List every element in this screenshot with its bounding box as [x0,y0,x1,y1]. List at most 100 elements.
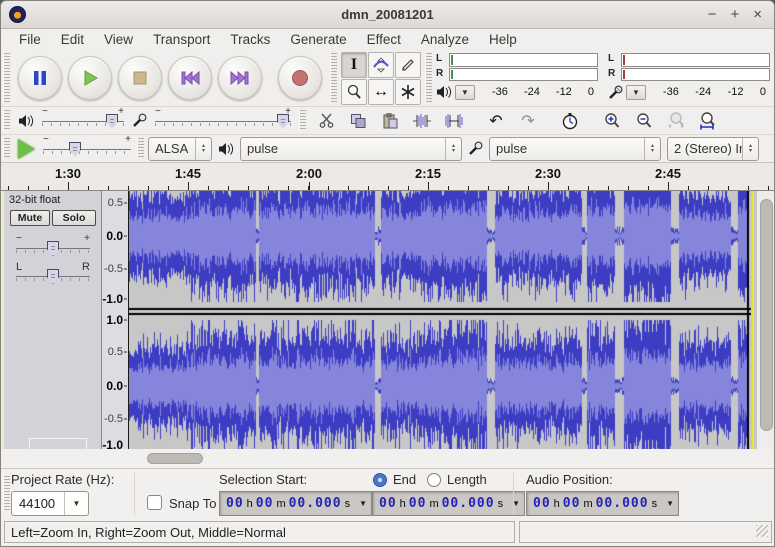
input-volume-slider[interactable]: −+ [155,112,291,130]
track-pan-slider-thumb[interactable] [47,269,59,284]
vertical-ruler[interactable]: 0.5 0.0 -0.5 -1.0 1.0 0.5 0.0 -0.5 -1.0 [102,191,129,449]
playback-speed-slider[interactable]: −+ [43,140,131,158]
mute-button[interactable]: Mute [10,210,50,226]
paste-button[interactable] [376,109,404,133]
selection-toolbar-grip[interactable] [3,476,10,511]
audio-position-field[interactable]: 00h 00m 00.000s ▼ [526,491,679,516]
track-pan-slider[interactable]: L R [16,267,90,285]
menu-analyze[interactable]: Analyze [411,30,479,49]
input-volume-slider-thumb[interactable] [277,114,289,129]
transport-toolbar-grip[interactable] [3,53,10,103]
audio-host-select[interactable]: ALSA ▴▾ [148,137,212,161]
output-device-select[interactable]: pulse ▴▾ [240,137,462,161]
length-radio[interactable] [427,473,441,487]
copy-button[interactable] [344,109,372,133]
project-rate-select[interactable]: 44100 ▼ [11,491,89,516]
draw-tool-button[interactable] [395,52,421,78]
menu-view[interactable]: View [94,30,143,49]
redo-button[interactable]: ↷ [514,109,542,133]
end-radio[interactable] [373,473,387,487]
title-bar[interactable]: dmn_20081201 − + × [1,1,774,29]
undo-button[interactable]: ↶ [482,109,510,133]
menu-help[interactable]: Help [479,30,527,49]
menu-effect[interactable]: Effect [357,30,411,49]
transcription-toolbar-grip[interactable] [3,138,10,159]
play-button[interactable] [68,56,112,100]
dropdown-arrow-icon[interactable]: ▼ [64,492,88,515]
track-gain-slider[interactable]: − + [16,239,90,257]
recording-meter-right-bar[interactable] [621,68,770,82]
input-device-select[interactable]: pulse ▴▾ [489,137,661,161]
multi-tool-button[interactable] [395,79,421,105]
minimize-button[interactable]: − [708,7,717,22]
playback-meter-dropdown[interactable]: ▼ [455,85,475,100]
output-volume-slider-thumb[interactable] [106,114,118,129]
playback-speed-slider-thumb[interactable] [69,142,81,157]
recording-meter[interactable]: L R ▼ -36 -24 -12 0 [608,53,770,103]
stereo-waveform[interactable] [129,191,751,449]
output-volume-slider[interactable]: −+ [42,112,124,130]
resize-grip[interactable] [756,525,768,537]
vertical-scrollbar[interactable] [756,191,775,449]
playback-meter-left-bar[interactable] [449,53,598,67]
play-at-speed-button[interactable] [18,139,35,159]
project-rate-label: Project Rate (Hz): [11,472,114,487]
maximize-button[interactable]: + [730,7,739,22]
timeline-ruler[interactable]: 1:30 1:45 2:00 2:15 2:30 2:45 [1,162,774,191]
mixer-toolbar-grip[interactable] [3,110,10,131]
horizontal-scrollbar-thumb[interactable] [147,453,203,464]
selection-start-field[interactable]: 00h 00m 00.000s ▼ [219,491,372,516]
recording-meter-left-bar[interactable] [621,53,770,67]
tools-toolbar-grip[interactable] [330,53,337,103]
menu-generate[interactable]: Generate [280,30,356,49]
playback-meter[interactable]: L R ▼ -36 -24 -12 0 [436,53,598,103]
recording-meter-dropdown[interactable]: ▼ [626,85,646,100]
playback-meter-right-bar[interactable] [449,68,598,82]
meter-toolbar-grip[interactable] [425,53,432,103]
track-gain-slider-thumb[interactable] [47,241,59,256]
fit-selection-button[interactable] [662,109,690,133]
menu-transport[interactable]: Transport [143,30,220,49]
menu-file[interactable]: File [9,30,51,49]
timeline-label: 2:45 [648,166,688,181]
silence-audio-button[interactable] [440,109,468,133]
sync-lock-button[interactable] [556,109,584,133]
spinner-icon[interactable]: ▴▾ [644,138,660,160]
zoom-out-button[interactable] [630,109,658,133]
selection-start-label: Selection Start: [219,472,307,487]
ruler-label: 0.0 [106,229,123,243]
record-button[interactable] [278,56,322,100]
stop-button[interactable] [118,56,162,100]
snap-to-checkbox[interactable] [147,495,162,510]
pause-button[interactable] [18,56,62,100]
input-channels-select[interactable]: 2 (Stereo) In ▴▾ [667,137,759,161]
zoom-tool-button[interactable] [341,79,367,105]
cut-button[interactable] [312,109,340,133]
vertical-scrollbar-thumb[interactable] [760,199,773,431]
track-control-panel[interactable]: 32-bit float Mute Solo − + L R [4,191,102,449]
skip-to-start-button[interactable] [168,56,212,100]
edit-toolbar-grip[interactable] [299,110,306,131]
zoom-in-button[interactable] [598,109,626,133]
spinner-icon[interactable]: ▴▾ [742,138,758,160]
mixer-toolbar: −+ −+ [12,107,297,134]
fit-project-button[interactable] [694,109,722,133]
skip-to-end-button[interactable] [218,56,262,100]
selection-tool-button[interactable]: I [341,52,367,78]
device-toolbar-grip[interactable] [137,138,144,159]
spinner-icon[interactable]: ▴▾ [195,138,211,160]
trim-audio-button[interactable] [408,109,436,133]
close-button[interactable]: × [753,7,762,22]
envelope-tool-button[interactable] [368,52,394,78]
selection-end-field[interactable]: 00h 00m 00.000s ▼ [372,491,525,516]
time-shift-tool-button[interactable]: ↔ [368,79,394,105]
dropdown-arrow-icon[interactable]: ▼ [359,499,367,508]
menu-edit[interactable]: Edit [51,30,94,49]
solo-button[interactable]: Solo [52,210,96,226]
horizontal-scrollbar[interactable] [1,449,774,468]
spinner-icon[interactable]: ▴▾ [445,138,461,160]
scale-tick: -24 [524,86,540,98]
menu-tracks[interactable]: Tracks [220,30,280,49]
undo-icon: ↶ [489,113,502,129]
dropdown-arrow-icon[interactable]: ▼ [666,499,674,508]
